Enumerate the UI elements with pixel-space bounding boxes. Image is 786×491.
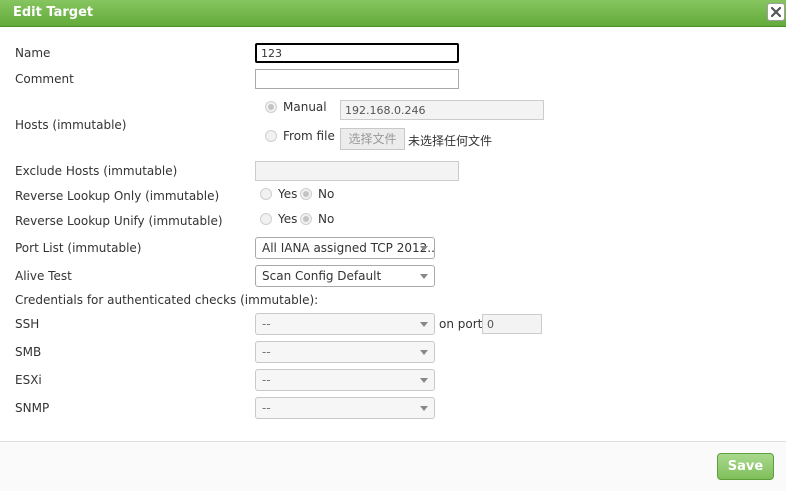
- ssh-credential-value: --: [262, 317, 271, 331]
- reverse-lookup-only-yes-radio[interactable]: [260, 188, 272, 200]
- reverse-lookup-only-no-radio[interactable]: [300, 188, 312, 200]
- choose-file-button[interactable]: 选择文件: [340, 128, 405, 150]
- port-list-value: All IANA assigned TCP 2012...: [262, 241, 435, 255]
- comment-input[interactable]: [255, 69, 459, 89]
- ssh-port-input[interactable]: [482, 314, 542, 334]
- reverse-lookup-only-yes-label: Yes: [278, 187, 298, 201]
- on-port-label: on port: [439, 317, 483, 331]
- comment-label: Comment: [15, 72, 74, 86]
- reverse-lookup-unify-yes-label: Yes: [278, 212, 298, 226]
- esxi-credential-select[interactable]: --: [255, 369, 435, 391]
- snmp-credential-select[interactable]: --: [255, 397, 435, 419]
- file-status-text: 未选择任何文件: [408, 134, 493, 148]
- ssh-label: SSH: [15, 317, 40, 331]
- hosts-from-file-radio[interactable]: [265, 130, 277, 142]
- port-list-label: Port List (immutable): [15, 241, 142, 255]
- alive-test-label: Alive Test: [15, 269, 72, 283]
- esxi-label: ESXi: [15, 373, 42, 387]
- reverse-lookup-unify-label: Reverse Lookup Unify (immutable): [15, 214, 223, 228]
- hosts-manual-input[interactable]: [340, 100, 544, 120]
- exclude-hosts-input[interactable]: [255, 161, 459, 181]
- close-icon: [771, 7, 781, 17]
- chevron-down-icon: [420, 406, 428, 411]
- reverse-lookup-unify-no-label: No: [318, 212, 335, 226]
- chevron-down-icon: [420, 322, 428, 327]
- alive-test-value: Scan Config Default: [262, 269, 382, 283]
- chevron-down-icon: [420, 274, 428, 279]
- credentials-heading: Credentials for authenticated checks (im…: [15, 293, 319, 307]
- alive-test-select[interactable]: Scan Config Default: [255, 265, 435, 287]
- reverse-lookup-only-label: Reverse Lookup Only (immutable): [15, 189, 220, 203]
- port-list-select[interactable]: All IANA assigned TCP 2012...: [255, 237, 435, 259]
- hosts-manual-label: Manual: [283, 100, 327, 114]
- dialog-titlebar: Edit Target: [0, 0, 786, 27]
- chevron-down-icon: [420, 350, 428, 355]
- snmp-label: SNMP: [15, 401, 50, 415]
- snmp-credential-value: --: [262, 401, 271, 415]
- name-input[interactable]: [255, 43, 459, 63]
- smb-credential-value: --: [262, 345, 271, 359]
- smb-credential-select[interactable]: --: [255, 341, 435, 363]
- smb-label: SMB: [15, 345, 42, 359]
- save-button[interactable]: Save: [717, 453, 774, 480]
- close-button[interactable]: [767, 3, 785, 21]
- chevron-down-icon: [420, 246, 428, 251]
- reverse-lookup-unify-yes-radio[interactable]: [260, 213, 272, 225]
- exclude-hosts-label: Exclude Hosts (immutable): [15, 164, 178, 178]
- reverse-lookup-only-no-label: No: [318, 187, 335, 201]
- dialog-title: Edit Target: [13, 5, 94, 20]
- esxi-credential-value: --: [262, 373, 271, 387]
- chevron-down-icon: [420, 378, 428, 383]
- hosts-manual-radio[interactable]: [265, 101, 277, 113]
- hosts-label: Hosts (immutable): [15, 118, 127, 132]
- reverse-lookup-unify-no-radio[interactable]: [300, 213, 312, 225]
- ssh-credential-select[interactable]: --: [255, 313, 435, 335]
- hosts-from-file-label: From file: [283, 129, 335, 143]
- name-label: Name: [15, 46, 51, 60]
- dialog-footer: [0, 442, 786, 491]
